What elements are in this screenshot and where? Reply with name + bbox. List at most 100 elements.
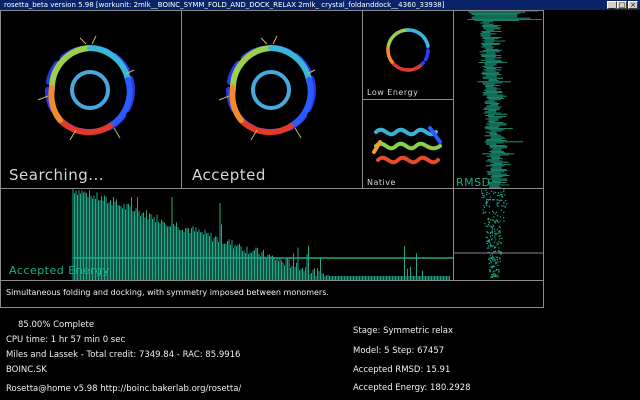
scatter-point — [497, 192, 499, 194]
scatter-point — [497, 232, 499, 234]
scatter-point — [486, 231, 488, 233]
window-title: rosetta_beta version 5.98 [workunit: 2ml… — [4, 1, 445, 9]
accepted-energy-text: Accepted Energy: 180.2928 — [353, 383, 471, 393]
scatter-point — [494, 246, 496, 248]
scatter-point — [482, 194, 484, 196]
scatter-point — [487, 223, 489, 226]
accepted-label: Accepted — [192, 166, 266, 184]
scatter-point — [485, 201, 487, 203]
rmsd-spikes — [467, 11, 542, 188]
scatter-point — [491, 238, 493, 240]
scatter-point — [494, 237, 496, 239]
scatter-point — [490, 262, 492, 264]
scatter-point — [496, 219, 498, 221]
scatter-point — [497, 264, 499, 266]
scatter-point — [502, 205, 504, 207]
scatter-point — [491, 257, 493, 260]
low-energy-protein-icon — [386, 28, 430, 72]
scatter-point — [483, 195, 485, 197]
scatter-point — [488, 258, 490, 260]
scatter-point — [499, 261, 501, 263]
scatter-point — [492, 259, 494, 261]
scatter-point — [497, 276, 499, 278]
scatter-point — [498, 235, 500, 238]
scatter-point — [487, 237, 489, 239]
scatter-point — [486, 203, 488, 205]
scatter-point — [495, 239, 497, 241]
scatter-point — [498, 240, 500, 243]
energy-spikes — [72, 189, 450, 280]
scatter-point — [489, 246, 492, 248]
scatter-point — [482, 197, 485, 199]
scatter-point — [489, 259, 491, 262]
description-text: Simultaneous folding and docking, with s… — [6, 288, 329, 297]
scatter-point — [504, 194, 506, 196]
scatter-point — [496, 256, 499, 258]
scatter-point — [491, 265, 493, 267]
scatter-point — [500, 253, 502, 255]
searching-label: Searching... — [9, 166, 105, 184]
scatter-point — [498, 194, 500, 196]
scatter-point — [493, 193, 495, 195]
scatter-point — [499, 199, 501, 201]
scatter-point — [501, 194, 503, 196]
scatter-point — [484, 211, 486, 213]
model-step-text: Model: 5 Step: 67457 — [353, 346, 445, 356]
scatter-point — [493, 258, 496, 260]
scatter-point — [496, 259, 498, 261]
scatter-point — [488, 198, 490, 200]
scatter-point — [503, 211, 505, 213]
scatter-point — [483, 205, 485, 207]
scatter-point — [498, 221, 500, 224]
scatter-point — [488, 225, 490, 227]
maximize-button[interactable]: □ — [617, 1, 627, 9]
window-title-bar[interactable]: rosetta_beta version 5.98 [workunit: 2ml… — [0, 0, 640, 10]
scatter-point — [490, 225, 492, 228]
scatter-point — [486, 199, 488, 201]
close-button[interactable]: × — [628, 1, 638, 9]
scatter-point — [496, 204, 498, 206]
minimize-button[interactable]: _ — [607, 1, 617, 9]
scatter-point — [497, 199, 499, 201]
scatter-point — [492, 228, 494, 230]
scatter-point — [503, 220, 505, 222]
scatter-point — [496, 203, 498, 205]
scatter-point — [486, 194, 488, 196]
scatter-point — [504, 206, 506, 208]
scatter-point — [495, 211, 497, 213]
scatter-point — [493, 216, 495, 218]
scatter-point — [490, 276, 492, 278]
scatter-point — [493, 211, 495, 213]
scatter-point — [494, 260, 496, 262]
scatter-point — [494, 230, 496, 232]
scatter-point — [500, 209, 503, 211]
native-label: Native — [367, 178, 396, 187]
scatter-point — [494, 235, 496, 237]
scatter-point — [497, 243, 500, 245]
scatter-point — [490, 266, 492, 268]
scatter-point — [498, 225, 500, 227]
scatter-point — [499, 220, 501, 222]
scatter-point — [492, 272, 494, 274]
scatter-point — [500, 191, 502, 193]
progress-text: 85.00% Complete — [18, 320, 95, 330]
scatter-point — [501, 195, 503, 197]
scatter-point — [492, 232, 494, 234]
scatter-point — [488, 192, 490, 194]
scatter-point — [483, 206, 485, 209]
scatter-point — [495, 232, 497, 234]
scatter-point — [500, 194, 502, 196]
rmsd-energy-scatter — [454, 189, 543, 279]
scatter-point — [494, 273, 496, 275]
scatter-point — [488, 245, 490, 247]
team-text: BOINC.SK — [6, 365, 47, 375]
scatter-point — [491, 219, 493, 221]
scatter-point — [496, 199, 498, 201]
scatter-point — [489, 254, 491, 256]
scatter-point — [484, 223, 486, 225]
scatter-point — [492, 255, 494, 257]
scatter-point — [497, 261, 499, 263]
scatter-point — [499, 257, 501, 259]
scatter-point — [486, 201, 488, 203]
scatter-point — [492, 274, 494, 276]
